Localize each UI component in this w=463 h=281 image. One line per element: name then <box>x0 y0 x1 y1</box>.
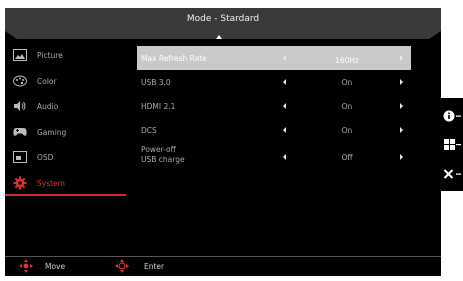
settings-list: Max Refresh Rate 160Hz USB 3.0 On HDMI 2… <box>137 46 411 172</box>
right-arrow-icon[interactable] <box>400 154 403 160</box>
sidebar-item-system[interactable]: System <box>5 171 126 196</box>
menu-header: Mode - Stardard <box>5 8 441 31</box>
left-arrow-icon[interactable] <box>283 154 286 160</box>
osd-menu: Mode - Stardard Picture Color Audio Gami… <box>5 8 441 276</box>
setting-value: On <box>341 126 353 135</box>
sidebar-item-label: Gaming <box>37 127 67 137</box>
right-arrow-icon[interactable] <box>400 127 403 133</box>
grid-icon <box>444 139 461 150</box>
sidebar-item-audio[interactable]: Audio <box>5 94 126 120</box>
setting-value: On <box>341 102 353 111</box>
setting-value: Off <box>341 153 353 162</box>
active-indicator <box>5 194 126 196</box>
left-arrow-icon[interactable] <box>283 127 286 133</box>
right-arrow-icon[interactable] <box>400 103 403 109</box>
hotkey-panel <box>441 98 463 191</box>
setting-row-dcs[interactable]: DCS On <box>137 118 411 142</box>
setting-row-usb-3[interactable]: USB 3.0 On <box>137 70 411 94</box>
setting-row-power-off-usb-charge[interactable]: Power-off USB charge Off <box>137 142 411 172</box>
close-icon <box>443 169 461 179</box>
right-arrow-icon[interactable] <box>400 55 403 61</box>
setting-name: HDMI 2.1 <box>141 102 176 111</box>
setting-name: Max Refresh Rate <box>141 54 207 63</box>
sidebar-item-label: OSD <box>37 153 54 162</box>
info-hotkey[interactable] <box>441 101 463 131</box>
sidebar-item-osd[interactable]: OSD <box>5 145 126 171</box>
sidebar: Picture Color Audio Gaming OSD System <box>5 43 126 196</box>
menu-title: Mode - Stardard <box>186 14 260 24</box>
setting-row-max-refresh-rate[interactable]: Max Refresh Rate 160Hz <box>137 46 411 70</box>
setting-value: On <box>341 78 353 87</box>
setting-value: 160Hz <box>335 56 359 65</box>
sidebar-item-label: Color <box>37 76 57 86</box>
sidebar-item-label: System <box>37 178 65 188</box>
sidebar-item-color[interactable]: Color <box>5 69 126 95</box>
picture-icon <box>13 49 27 61</box>
header-notch <box>5 31 441 39</box>
close-hotkey[interactable] <box>441 159 463 189</box>
setting-name: USB 3.0 <box>141 78 171 87</box>
footer-enter-label: Enter <box>144 262 165 271</box>
speaker-icon <box>13 100 27 112</box>
footer-move-label: Move <box>45 262 66 271</box>
info-icon <box>443 110 461 122</box>
gamepad-icon <box>13 126 27 138</box>
setting-name: DCS <box>141 126 157 135</box>
setting-row-hdmi-2-1[interactable]: HDMI 2.1 On <box>137 94 411 118</box>
sidebar-item-label: Picture <box>37 51 63 60</box>
setting-name: Power-off USB charge <box>141 145 185 165</box>
osd-icon <box>13 151 27 163</box>
grid-hotkey[interactable] <box>441 130 463 160</box>
sidebar-item-picture[interactable]: Picture <box>5 43 126 69</box>
setting-name-line1: Power-off <box>141 145 176 154</box>
sidebar-item-label: Audio <box>37 102 59 111</box>
scroll-up-icon[interactable] <box>216 35 222 39</box>
sidebar-item-gaming[interactable]: Gaming <box>5 120 126 146</box>
left-arrow-icon[interactable] <box>283 79 286 85</box>
footer-divider <box>5 256 441 257</box>
color-palette-icon <box>13 75 27 87</box>
gear-icon <box>13 176 27 189</box>
move-joystick-icon <box>19 259 33 273</box>
left-arrow-icon[interactable] <box>283 103 286 109</box>
left-arrow-icon[interactable] <box>283 55 286 61</box>
right-arrow-icon[interactable] <box>400 79 403 85</box>
enter-joystick-icon <box>115 259 129 273</box>
setting-name-line2: USB charge <box>141 155 185 164</box>
